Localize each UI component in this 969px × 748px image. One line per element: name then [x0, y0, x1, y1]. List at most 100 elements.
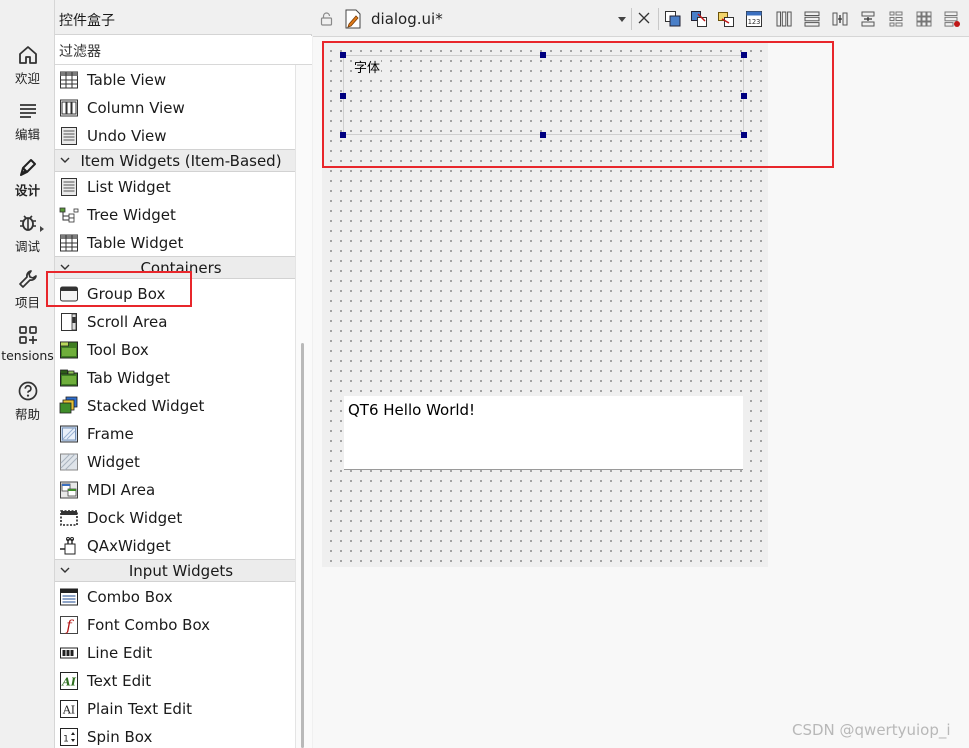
tool-box-icon	[60, 341, 78, 359]
mode-debug[interactable]: 调试	[0, 212, 55, 268]
svg-text:123: 123	[748, 18, 761, 26]
widget-item-column-view[interactable]: Column View	[55, 94, 295, 122]
edit-tab-order-icon[interactable]: 123	[745, 10, 763, 28]
widget-item-line-edit[interactable]: Line Edit	[55, 639, 295, 667]
hello-label-widget[interactable]: QT6 Hello World!	[344, 396, 743, 470]
widget-item-spin-box[interactable]: 1 Spin Box	[55, 723, 295, 748]
widget-list: Table View Column View Undo View Item Wi…	[55, 65, 295, 748]
home-icon	[18, 46, 37, 64]
mode-welcome[interactable]: 欢迎	[0, 44, 55, 100]
mode-edit[interactable]: 编辑	[0, 100, 55, 156]
scroll-area-icon	[61, 313, 77, 331]
widget-item-widget[interactable]: Widget	[55, 448, 295, 476]
category-label: Input Widgets	[128, 562, 234, 580]
svg-text:1: 1	[63, 735, 69, 745]
widget-item-plain-text-edit[interactable]: AI Plain Text Edit	[55, 695, 295, 723]
widget-item-label: Scroll Area	[87, 313, 168, 331]
design-pen-icon	[19, 159, 36, 176]
widget-item-label: Text Edit	[87, 672, 152, 690]
widget-item-font-combo-box[interactable]: f Font Combo Box	[55, 611, 295, 639]
dock-widget-icon	[60, 510, 78, 526]
mode-label: 调试	[14, 239, 40, 254]
edit-signals-slots-icon[interactable]	[690, 10, 708, 28]
category-item-widgets[interactable]: Item Widgets (Item-Based)	[55, 149, 295, 172]
widget-icon	[60, 453, 78, 471]
widget-item-tab-widget[interactable]: Tab Widget	[55, 364, 295, 392]
widget-item-frame[interactable]: Frame	[55, 420, 295, 448]
hello-label-text: QT6 Hello World!	[348, 401, 476, 419]
widget-item-list-widget[interactable]: List Widget	[55, 173, 295, 201]
category-label: Item Widgets (Item-Based)	[80, 152, 282, 170]
table-widget-icon	[60, 234, 78, 252]
debug-submenu-arrow-icon[interactable]	[40, 226, 44, 232]
layout-vertical-splitter-icon[interactable]	[859, 10, 877, 28]
layout-form-icon[interactable]	[887, 10, 905, 28]
widget-item-qaxwidget[interactable]: QAxWidget	[55, 532, 295, 560]
wrench-icon	[18, 270, 37, 288]
widget-item-label: MDI Area	[87, 481, 156, 499]
tab-widget-icon	[60, 369, 78, 387]
widget-item-stacked-widget[interactable]: Stacked Widget	[55, 392, 295, 420]
mode-extensions[interactable]: tensions	[0, 324, 55, 380]
mode-label: 编辑	[14, 127, 40, 142]
stacked-widget-icon	[59, 396, 78, 414]
widget-item-label: Combo Box	[87, 588, 173, 606]
mode-design[interactable]: 设计	[0, 156, 55, 212]
ui-file-icon	[345, 9, 361, 29]
widget-item-tool-box[interactable]: Tool Box	[55, 336, 295, 364]
tree-widget-icon	[59, 207, 79, 223]
close-document-icon[interactable]	[637, 11, 651, 25]
category-input-widgets[interactable]: Input Widgets	[55, 559, 295, 582]
open-document-name[interactable]: dialog.ui*	[371, 10, 443, 28]
widget-item-scroll-area[interactable]: Scroll Area	[55, 308, 295, 336]
mode-help[interactable]: 帮助	[0, 380, 55, 436]
annotation-box-groupbox	[322, 41, 834, 168]
annotation-box-widget-item	[46, 271, 192, 307]
widget-item-label: Plain Text Edit	[87, 700, 192, 718]
widget-item-label: Undo View	[87, 127, 167, 145]
widget-item-label: Widget	[87, 453, 140, 471]
mode-label: 设计	[14, 183, 40, 198]
widget-box-panel: 控件盒子 过滤器 Table View Column View Undo Vie	[55, 0, 312, 748]
svg-text:AI: AI	[62, 704, 75, 717]
widget-item-dock-widget[interactable]: Dock Widget	[55, 504, 295, 532]
document-dropdown-icon[interactable]	[618, 17, 626, 22]
watermark: CSDN @qwertyuiop_i	[792, 721, 951, 739]
layout-horizontal-splitter-icon[interactable]	[831, 10, 849, 28]
qaxwidget-icon	[60, 537, 76, 555]
mode-label: 欢迎	[14, 71, 40, 86]
mode-bar: 欢迎 编辑 设计 调试 项目 tensions 帮助	[0, 0, 55, 748]
widget-item-undo-view[interactable]: Undo View	[55, 122, 295, 150]
widget-filter-input[interactable]: 过滤器	[55, 36, 312, 65]
list-widget-icon	[61, 178, 77, 196]
widget-item-table-view[interactable]: Table View	[55, 66, 295, 94]
widget-item-label: Spin Box	[87, 728, 153, 746]
widget-item-label: Stacked Widget	[87, 397, 205, 415]
widget-list-scrollbar[interactable]	[295, 65, 312, 748]
widget-item-tree-widget[interactable]: Tree Widget	[55, 201, 295, 229]
widget-box-title: 控件盒子	[55, 0, 312, 35]
widget-item-label: Tree Widget	[87, 206, 176, 224]
toolbar-separator	[631, 8, 632, 30]
layout-horizontal-icon[interactable]	[775, 10, 793, 28]
layout-grid-icon[interactable]	[915, 10, 933, 28]
unlock-icon[interactable]	[320, 12, 333, 26]
frame-icon	[60, 425, 78, 443]
edit-widgets-icon[interactable]	[664, 10, 682, 28]
widget-item-label: QAxWidget	[87, 537, 171, 555]
break-layout-icon[interactable]	[943, 10, 961, 28]
widget-item-text-edit[interactable]: AI Text Edit	[55, 667, 295, 695]
widget-item-combo-box[interactable]: Combo Box	[55, 583, 295, 611]
layout-vertical-icon[interactable]	[803, 10, 821, 28]
edit-buddies-icon[interactable]	[717, 10, 735, 28]
toolbar-separator	[658, 8, 659, 30]
widget-item-mdi-area[interactable]: MDI Area	[55, 476, 295, 504]
svg-text:AI: AI	[61, 676, 77, 689]
widget-item-label: Table View	[87, 71, 167, 89]
line-edit-icon	[60, 647, 78, 659]
debug-bug-icon	[19, 215, 36, 231]
scrollbar-thumb[interactable]	[301, 343, 304, 748]
widget-item-table-widget[interactable]: Table Widget	[55, 229, 295, 257]
plain-text-edit-icon: AI	[60, 700, 78, 718]
font-combo-box-icon: f	[60, 616, 78, 635]
